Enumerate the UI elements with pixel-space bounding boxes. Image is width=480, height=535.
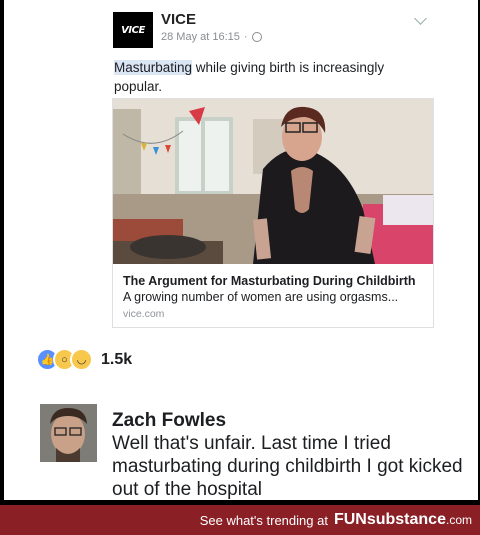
comment-line: out of the hospital xyxy=(112,479,262,500)
link-info: The Argument for Masturbating During Chi… xyxy=(123,273,428,320)
reaction-count[interactable]: 1.5k xyxy=(101,351,132,369)
page-logo-text: VICE xyxy=(121,24,145,36)
page-name[interactable]: VICE xyxy=(161,11,196,28)
comment-line: masturbating during childbirth I got kic… xyxy=(112,456,463,477)
link-description: A growing number of women are using orga… xyxy=(123,290,399,304)
link-photo xyxy=(113,99,433,264)
chevron-down-icon[interactable] xyxy=(414,12,427,25)
haha-icon: ◡ xyxy=(70,348,93,371)
avatar-photo xyxy=(40,404,97,462)
comment-line: Well that's unfair. Last time I tried xyxy=(112,433,391,454)
post-meta: 28 May at 16:15 · xyxy=(161,31,262,43)
post-timestamp[interactable]: 28 May at 16:15 xyxy=(161,31,240,43)
reactions-bar[interactable]: 👍 ○ ◡ 1.5k xyxy=(36,348,132,371)
meta-separator: · xyxy=(243,31,248,43)
facebook-post-card: VICE VICE 28 May at 16:15 · Masturbating… xyxy=(4,0,478,500)
footer-banner[interactable]: See what's trending at FUNsubstance .com xyxy=(0,505,480,535)
globe-icon xyxy=(251,32,262,42)
avatar[interactable] xyxy=(40,404,97,462)
footer-text: See what's trending at xyxy=(199,512,328,528)
post-text-highlight: Masturbating xyxy=(114,60,193,75)
link-preview[interactable]: The Argument for Masturbating During Chi… xyxy=(112,98,434,328)
screenshot-frame: VICE VICE 28 May at 16:15 · Masturbating… xyxy=(0,0,480,535)
link-domain: vice.com xyxy=(123,308,165,320)
comment-text: Well that's unfair. Last time I tried ma… xyxy=(112,432,478,500)
link-preview-image[interactable] xyxy=(113,99,433,264)
footer-brand-domain: .com xyxy=(445,513,472,527)
post-text: Masturbating while giving birth is incre… xyxy=(114,58,404,96)
footer-brand: FUNsubstance xyxy=(333,511,446,528)
comment-author[interactable]: Zach Fowles xyxy=(112,410,226,432)
page-logo[interactable]: VICE xyxy=(113,12,153,48)
link-title[interactable]: The Argument for Masturbating During Chi… xyxy=(123,273,428,289)
